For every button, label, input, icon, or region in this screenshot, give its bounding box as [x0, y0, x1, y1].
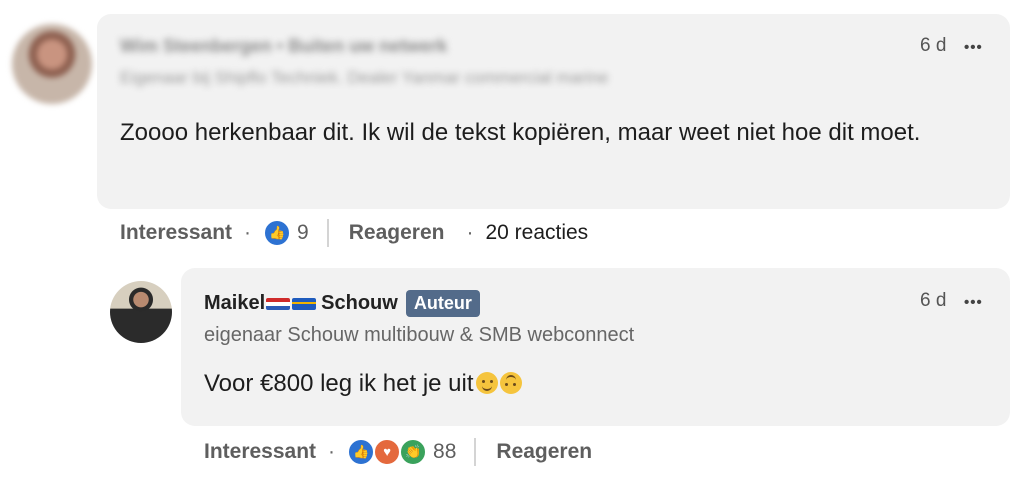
- separator-dot: ·: [466, 221, 474, 244]
- reply-actions: Interessant · 👍 ♥ 👏 88 Reageren: [204, 438, 592, 466]
- reageren-button[interactable]: Reageren: [496, 440, 592, 464]
- author-headline: eigenaar Schouw multibouw & SMB webconne…: [204, 324, 635, 346]
- reaction-count[interactable]: 88: [433, 440, 456, 464]
- interessant-button[interactable]: Interessant: [120, 221, 232, 245]
- author-name[interactable]: Maikel Schouw Auteur: [204, 290, 480, 317]
- wink-emoji-icon: [475, 372, 498, 394]
- more-options-button[interactable]: •••: [964, 39, 983, 56]
- clap-icon: 👏: [399, 438, 428, 466]
- like-icon: 👍: [263, 219, 292, 247]
- netherlands-flag-icon: [266, 297, 291, 310]
- author-name[interactable]: Wim Steenbergen • Buiten uw netwerk: [120, 36, 447, 57]
- comment-time: 6 d: [920, 290, 947, 311]
- comment-time: 6 d: [920, 35, 947, 56]
- curacao-flag-icon: [292, 297, 317, 310]
- replies-link[interactable]: 20 reacties: [485, 221, 588, 245]
- comment-actions: Interessant · 👍 9 Reageren · 20 reacties: [120, 219, 588, 247]
- heart-icon: ♥: [373, 438, 402, 466]
- like-icon: 👍: [347, 438, 376, 466]
- divider: [326, 219, 329, 247]
- more-options-button[interactable]: •••: [964, 294, 983, 311]
- author-badge: Auteur: [405, 290, 480, 317]
- comment-text: Zoooo herkenbaar dit. Ik wil de tekst ko…: [120, 119, 921, 146]
- reageren-button[interactable]: Reageren: [349, 221, 445, 245]
- separator-dot: ·: [244, 221, 252, 244]
- author-headline: Eigenaar bij Shipflo Techniek. Dealer Ya…: [120, 68, 609, 87]
- separator-dot: ·: [328, 440, 336, 463]
- reply-text: Voor €800 leg ik het je uit: [204, 370, 522, 398]
- avatar[interactable]: [110, 281, 172, 343]
- upside-down-emoji-icon: [499, 372, 522, 394]
- avatar[interactable]: [12, 24, 92, 104]
- reaction-count[interactable]: 9: [297, 221, 309, 245]
- interessant-button[interactable]: Interessant: [204, 440, 316, 464]
- divider: [474, 438, 477, 466]
